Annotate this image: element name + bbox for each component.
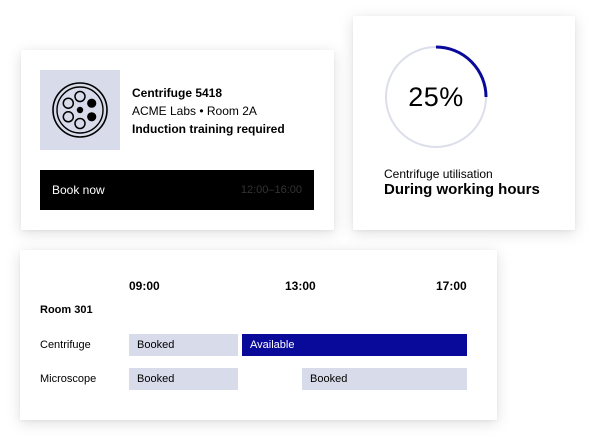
row-label-centrifuge: Centrifuge — [40, 339, 91, 351]
time-label-1300: 13:00 — [285, 279, 316, 293]
slot-centrifuge-available[interactable]: Available — [242, 334, 467, 356]
row-label-microscope: Microscope — [40, 373, 97, 385]
time-label-1700: 17:00 — [436, 279, 467, 293]
training-requirement: Induction training required — [132, 122, 285, 136]
utilisation-card: 25% Centrifuge utilisation During workin… — [353, 16, 575, 230]
booking-time-range: 12:00–16:00 — [240, 184, 302, 196]
room-schedule-card: 09:00 13:00 17:00 Room 301 Centrifuge Bo… — [20, 250, 497, 420]
equipment-name: Centrifuge 5418 — [132, 86, 223, 100]
utilisation-percent: 25% — [408, 81, 464, 112]
room-label: Room 301 — [40, 304, 93, 316]
utilisation-sublabel: During working hours — [384, 181, 540, 198]
centrifuge-rotor-icon — [52, 82, 108, 138]
utilisation-label: Centrifuge utilisation — [384, 167, 493, 181]
time-label-0900: 09:00 — [129, 279, 160, 293]
equipment-info: Centrifuge 5418 ACME Labs • Room 2A Indu… — [132, 84, 285, 138]
slot-centrifuge-booked[interactable]: Booked — [129, 334, 238, 356]
book-now-button[interactable]: Book now 12:00–16:00 — [40, 170, 314, 210]
slot-microscope-booked-afternoon[interactable]: Booked — [302, 368, 467, 390]
equipment-location: ACME Labs • Room 2A — [132, 104, 257, 118]
equipment-booking-card: Centrifuge 5418 ACME Labs • Room 2A Indu… — [21, 50, 334, 230]
slot-microscope-booked-morning[interactable]: Booked — [129, 368, 238, 390]
equipment-image — [40, 70, 120, 150]
book-now-label: Book now — [52, 183, 105, 197]
